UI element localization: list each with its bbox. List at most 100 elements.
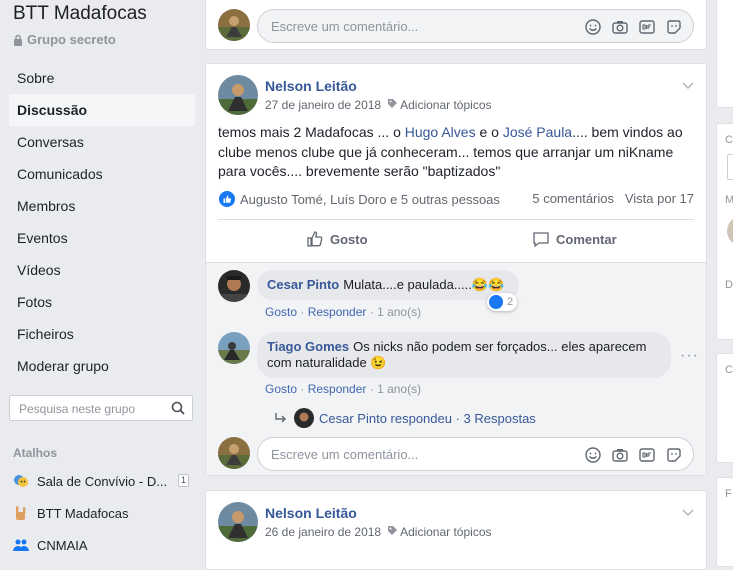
emoji-icon[interactable]	[584, 18, 602, 36]
post-text-part: temos mais 2 Madafocas ... o	[218, 124, 405, 140]
comments-count[interactable]: 5 comentários	[532, 191, 614, 206]
right-card: C	[716, 353, 733, 463]
post-text-part: e o	[475, 124, 503, 140]
nav-item-conversas[interactable]: Conversas	[9, 126, 195, 158]
right-card: F	[716, 477, 733, 567]
comment-input-field[interactable]	[269, 446, 573, 463]
mention-hugo-alves[interactable]: Hugo Alves	[405, 124, 476, 140]
comment-bubble: Cesar Pinto Mulata....e paulada.....😂😂	[257, 270, 519, 300]
reply-arrow-icon	[275, 413, 286, 423]
group-search-input[interactable]	[17, 401, 166, 417]
post-date[interactable]: 27 de janeiro de 2018	[265, 98, 381, 112]
gif-icon[interactable]	[638, 446, 656, 464]
add-topics-link[interactable]: Adicionar tópicos	[400, 525, 491, 539]
comment-reaction-badge[interactable]: 2	[487, 293, 518, 311]
reactions-text[interactable]: Augusto Tomé, Luís Doro e 5 outras pesso…	[240, 192, 500, 207]
shortcut-btt-madafocas[interactable]: BTT Madafocas	[13, 503, 193, 523]
post-card: Nelson Leitão 26 de janeiro de 2018 Adic…	[205, 490, 707, 570]
comment-composer-card	[205, 0, 707, 50]
shortcut-label: Sala de Convívio - D...	[37, 473, 168, 489]
emoji-icon[interactable]	[584, 446, 602, 464]
comment-time[interactable]: 1 ano(s)	[377, 305, 421, 319]
camera-icon[interactable]	[611, 446, 629, 464]
like-reaction-icon	[489, 295, 503, 309]
comment-like-link[interactable]: Gosto	[265, 382, 297, 396]
comment-reply-link[interactable]: Responder	[308, 382, 367, 396]
comment-icon	[533, 232, 549, 248]
rock-hand-icon	[13, 505, 29, 521]
user-avatar[interactable]	[218, 9, 250, 41]
group-search[interactable]	[9, 395, 193, 421]
right-card: C M D	[716, 123, 733, 340]
nav-item-fotos[interactable]: Fotos	[9, 286, 195, 318]
comment-button[interactable]: Comentar	[532, 230, 617, 248]
post-options-chevron-icon[interactable]	[682, 77, 694, 95]
replies-summary[interactable]: Cesar Pinto respondeu · 3 Respostas	[274, 408, 536, 428]
post-author-name[interactable]: Nelson Leitão	[265, 505, 357, 521]
right-card-input[interactable]	[727, 154, 733, 180]
gif-icon[interactable]	[638, 18, 656, 36]
nav-item-sobre[interactable]: Sobre	[9, 62, 195, 94]
nav-item-membros[interactable]: Membros	[9, 190, 195, 222]
post-author-avatar[interactable]	[218, 75, 258, 115]
post-author-avatar[interactable]	[218, 502, 258, 542]
post-date[interactable]: 26 de janeiro de 2018	[265, 525, 381, 539]
comment-author[interactable]: Tiago Gomes	[267, 339, 349, 354]
right-card-letter: C	[725, 364, 733, 376]
comment-options-icon[interactable]: ···	[680, 347, 699, 365]
comment-reply-link[interactable]: Responder	[308, 305, 367, 319]
nav-item-moderar-grupo[interactable]: Moderar grupo	[9, 350, 195, 382]
camera-icon[interactable]	[611, 18, 629, 36]
like-reaction-icon	[219, 191, 235, 207]
commenter-avatar[interactable]	[218, 332, 250, 364]
thumbs-up-icon	[307, 231, 323, 247]
reply-author-text[interactable]: Cesar Pinto respondeu	[319, 411, 452, 426]
nav-item-videos[interactable]: Vídeos	[9, 254, 195, 286]
sticker-icon[interactable]	[665, 18, 683, 36]
comment-text: Mulata....e paulada.....	[343, 277, 472, 292]
group-privacy: Grupo secreto	[13, 32, 116, 49]
replies-count[interactable]: 3 Respostas	[464, 411, 536, 426]
post-meta: 27 de janeiro de 2018 Adicionar tópicos	[265, 98, 492, 112]
shortcut-cnmaia[interactable]: CNMAIA	[13, 535, 193, 555]
comment-input-field[interactable]	[269, 18, 573, 35]
comment-input[interactable]	[257, 9, 694, 43]
nav-item-discussao[interactable]: Discussão	[9, 94, 195, 126]
shortcut-sala-convivio[interactable]: Sala de Convívio - D... 1	[13, 471, 193, 491]
search-icon[interactable]	[171, 401, 185, 420]
comment-bubble: Tiago Gomes Os nicks não podem ser forçad…	[257, 332, 671, 378]
group-title[interactable]: BTT Madafocas	[13, 3, 147, 25]
right-card-letter: C	[725, 134, 733, 146]
right-card-letter: D	[725, 279, 733, 291]
group-icon	[13, 537, 29, 553]
views-count[interactable]: Vista por 17	[625, 191, 694, 206]
nav-item-eventos[interactable]: Eventos	[9, 222, 195, 254]
comment-like-link[interactable]: Gosto	[265, 305, 297, 319]
like-button[interactable]: Gosto	[306, 230, 368, 248]
group-sidebar: BTT Madafocas Grupo secreto Sobre Discus…	[0, 0, 205, 555]
mention-jose-paula[interactable]: José Paula	[503, 124, 572, 140]
comment-input[interactable]	[257, 437, 694, 471]
nav-item-comunicados[interactable]: Comunicados	[9, 158, 195, 190]
comment-reaction-count: 2	[507, 296, 514, 308]
sticker-icon[interactable]	[665, 446, 683, 464]
comment-button-label: Comentar	[556, 231, 617, 247]
comment-author[interactable]: Cesar Pinto	[267, 277, 339, 292]
comments-section: Cesar Pinto Mulata....e paulada.....😂😂 2 …	[206, 262, 706, 475]
shortcut-badge: 1	[177, 474, 189, 487]
post-counts: 5 comentários Vista por 17	[532, 191, 694, 206]
add-topics-link[interactable]: Adicionar tópicos	[400, 98, 491, 112]
post-reactions[interactable]: Augusto Tomé, Luís Doro e 5 outras pesso…	[219, 191, 500, 207]
comment-emoji: 😂😂	[471, 277, 505, 292]
like-button-label: Gosto	[330, 231, 368, 247]
group-nav: Sobre Discussão Conversas Comunicados Me…	[9, 62, 195, 382]
right-card-avatar[interactable]	[727, 216, 733, 246]
comment-input-icons	[584, 446, 683, 464]
right-card-letter: F	[725, 488, 732, 500]
post-options-chevron-icon[interactable]	[682, 504, 694, 522]
nav-item-ficheiros[interactable]: Ficheiros	[9, 318, 195, 350]
comment-time[interactable]: 1 ano(s)	[377, 382, 421, 396]
post-author-name[interactable]: Nelson Leitão	[265, 78, 357, 94]
user-avatar[interactable]	[218, 437, 250, 469]
commenter-avatar[interactable]	[218, 270, 250, 302]
